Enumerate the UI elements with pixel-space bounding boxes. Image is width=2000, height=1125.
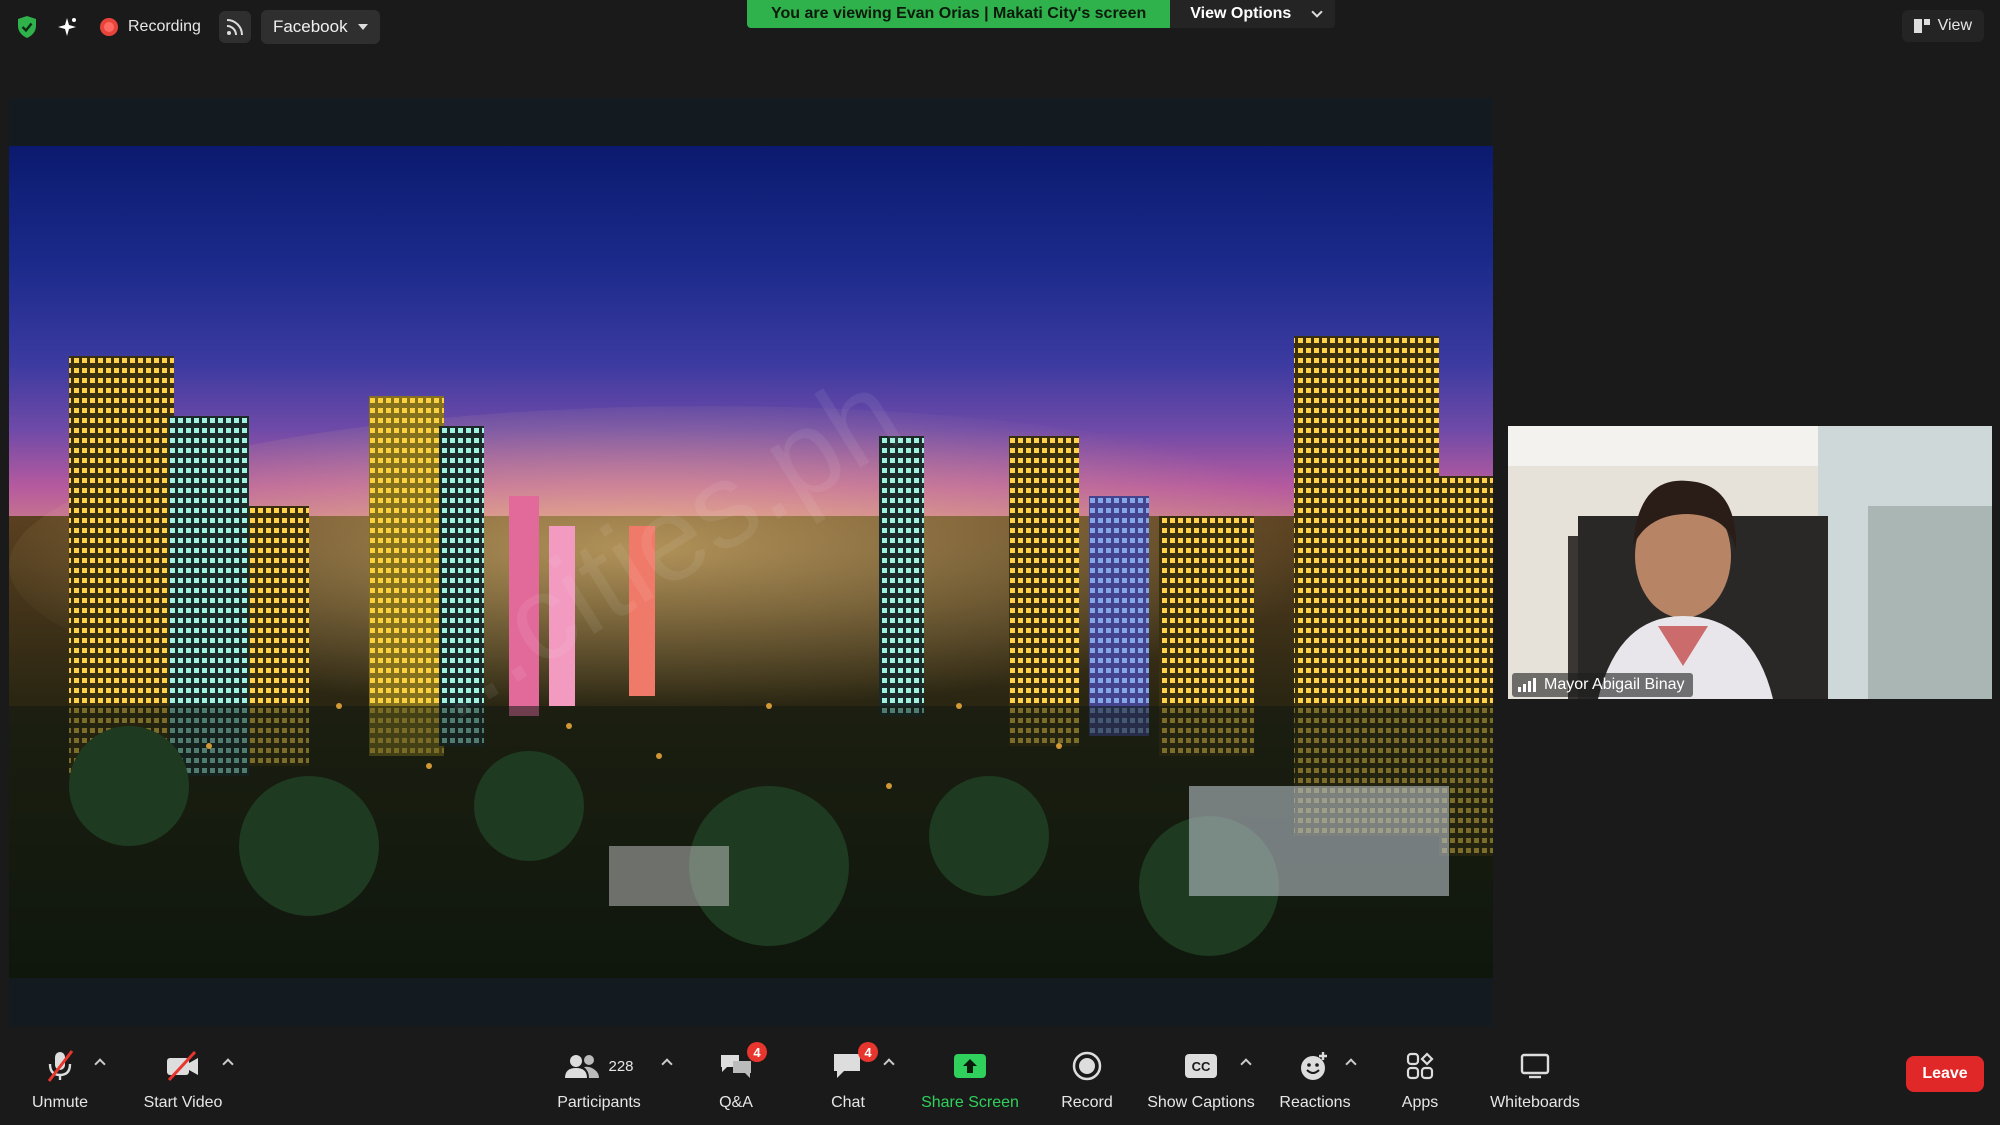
whiteboard-icon — [1519, 1048, 1551, 1084]
shared-screen-city-image: ...cities.ph — [9, 146, 1493, 978]
participants-icon-group: 228 — [564, 1048, 634, 1084]
participants-count: 228 — [608, 1057, 634, 1075]
record-label: Record — [1061, 1094, 1113, 1111]
participant-video-image — [1508, 426, 1992, 699]
top-left-controls: Recording Facebook — [12, 10, 380, 44]
participants-button[interactable]: 228 Participants — [552, 1030, 646, 1125]
stream-target-label: Facebook — [272, 17, 348, 36]
record-button[interactable]: Record — [1059, 1030, 1115, 1125]
apps-icon — [1405, 1048, 1435, 1084]
recording-indicator[interactable]: Recording — [92, 12, 209, 42]
chat-caret-icon[interactable] — [883, 1058, 895, 1070]
participants-icon — [565, 1055, 600, 1078]
show-captions-button[interactable]: CC Show Captions — [1147, 1030, 1255, 1125]
unmute-label: Unmute — [31, 1094, 89, 1111]
viewing-banner: You are viewing Evan Orias | Makati City… — [747, 0, 1336, 28]
stream-target-dropdown[interactable]: Facebook — [260, 10, 380, 44]
share-screen-label: Share Screen — [921, 1094, 1019, 1111]
qa-badge: 4 — [747, 1042, 767, 1062]
participant-name: Mayor Abigail Binay — [1544, 676, 1685, 693]
meeting-toolbar: Unmute Start Video 228 Participants 4 Q&… — [0, 1030, 2000, 1125]
chevron-down-icon — [1311, 6, 1323, 18]
record-icon — [1071, 1048, 1103, 1084]
view-options-label: View Options — [1190, 5, 1292, 22]
start-video-button[interactable]: Start Video — [138, 1030, 228, 1125]
connection-signal-icon — [1518, 678, 1536, 692]
qa-button[interactable]: 4 Q&A — [711, 1030, 767, 1125]
captions-cc-text: CC — [1185, 1054, 1217, 1078]
chat-label: Chat — [831, 1094, 865, 1111]
share-screen-button[interactable]: Share Screen — [921, 1030, 1019, 1125]
chat-icon-wrap: 4 — [832, 1042, 878, 1084]
captions-cc-icon: CC — [1185, 1048, 1217, 1084]
view-button[interactable]: View — [1901, 10, 1984, 42]
start-video-label: Start Video — [143, 1094, 223, 1111]
chat-button[interactable]: 4 Chat — [825, 1030, 878, 1125]
sparkle-ai-icon[interactable] — [52, 12, 82, 42]
apps-button[interactable]: Apps — [1397, 1030, 1443, 1125]
security-shield-icon[interactable] — [12, 12, 42, 42]
participants-label: Participants — [557, 1094, 641, 1111]
participant-video-tile[interactable]: Mayor Abigail Binay — [1508, 426, 1992, 699]
unmute-button[interactable]: Unmute — [22, 1030, 98, 1125]
show-captions-label: Show Captions — [1147, 1094, 1255, 1111]
leave-button[interactable]: Leave — [1906, 1056, 1984, 1092]
participant-name-tag: Mayor Abigail Binay — [1512, 673, 1693, 697]
reactions-label: Reactions — [1279, 1094, 1351, 1111]
live-stream-button[interactable] — [218, 11, 251, 43]
view-layout-icon — [1913, 19, 1930, 33]
reactions-smiley-icon — [1299, 1048, 1331, 1084]
whiteboards-label: Whiteboards — [1490, 1094, 1580, 1111]
chat-badge: 4 — [858, 1042, 878, 1062]
reactions-button[interactable]: Reactions — [1278, 1030, 1352, 1125]
caret-down-icon — [357, 24, 368, 30]
whiteboards-button[interactable]: Whiteboards — [1486, 1030, 1584, 1125]
recording-dot-icon — [100, 18, 118, 36]
share-screen-icon — [953, 1048, 987, 1084]
qa-label: Q&A — [719, 1094, 753, 1111]
viewing-banner-text: You are viewing Evan Orias | Makati City… — [747, 0, 1171, 28]
participants-caret-icon[interactable] — [661, 1058, 673, 1070]
shared-screen: ...cities.ph — [9, 98, 1493, 1026]
recording-label: Recording — [128, 18, 201, 35]
video-off-icon — [165, 1048, 201, 1084]
apps-label: Apps — [1401, 1094, 1439, 1111]
muted-microphone-icon — [45, 1048, 75, 1084]
view-label: View — [1937, 17, 1972, 34]
view-options-button[interactable]: View Options — [1170, 0, 1336, 28]
qa-icon-wrap: 4 — [719, 1042, 767, 1084]
live-stream-icon — [226, 19, 243, 36]
